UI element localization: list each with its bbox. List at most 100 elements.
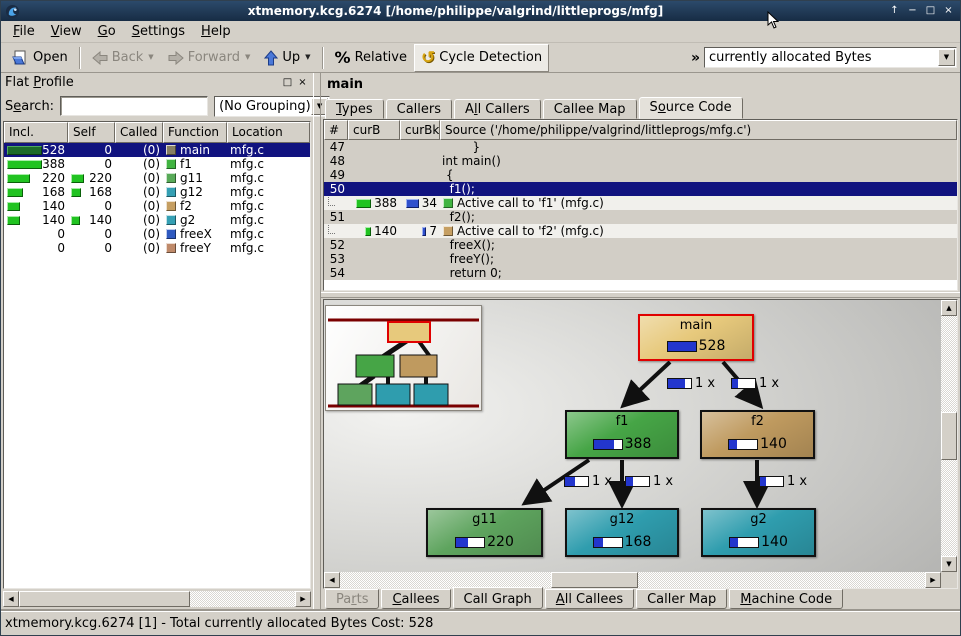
call-graph-view[interactable]: main 528 f1 388 f2 140 g11 220 bbox=[323, 299, 958, 589]
status-bar: xtmemory.kcg.6274 [1] - Total currently … bbox=[1, 611, 960, 635]
tab-source-code[interactable]: Source Code bbox=[639, 97, 743, 119]
source-call-line[interactable]: 140 7 Active call to 'f2' (mfg.c) bbox=[324, 224, 957, 238]
cost-bar bbox=[7, 202, 20, 211]
up-dropdown-icon[interactable]: ▼ bbox=[305, 54, 310, 61]
menu-file[interactable]: File bbox=[5, 22, 43, 41]
col-location[interactable]: Location bbox=[227, 122, 310, 143]
table-row-g11[interactable]: 220 220 (0) g11 mfg.c bbox=[4, 171, 310, 185]
scroll-down-icon[interactable]: ▼ bbox=[941, 556, 957, 572]
col-source[interactable]: Source ('/home/philippe/valgrind/littlep… bbox=[440, 120, 957, 140]
source-line[interactable]: 52 freeX(); bbox=[324, 238, 957, 252]
source-line[interactable]: 54 return 0; bbox=[324, 266, 957, 280]
detail-panel: main Types Callers All Callers Callee Ma… bbox=[321, 73, 960, 611]
menu-settings[interactable]: Settings bbox=[124, 22, 193, 41]
tab-all-callers[interactable]: All Callers bbox=[454, 99, 541, 119]
close-button[interactable]: × bbox=[941, 4, 956, 18]
col-curb[interactable]: curB bbox=[348, 120, 400, 140]
menu-help[interactable]: Help bbox=[193, 22, 239, 41]
graph-node-f1[interactable]: f1 388 bbox=[565, 410, 679, 459]
cycle-detection-button[interactable]: ↺ Cycle Detection bbox=[414, 44, 549, 72]
scroll-right-icon[interactable]: ▶ bbox=[295, 591, 311, 607]
scroll-up-icon[interactable]: ▲ bbox=[941, 300, 957, 316]
col-function[interactable]: Function bbox=[163, 122, 227, 143]
col-line[interactable]: # bbox=[324, 120, 348, 140]
menu-go[interactable]: Go bbox=[90, 22, 124, 41]
source-line-selected[interactable]: 50 f1(); bbox=[324, 182, 957, 196]
tab-callers[interactable]: Callers bbox=[386, 99, 452, 119]
source-line[interactable]: 48 int main() bbox=[324, 154, 957, 168]
graph-canvas[interactable]: main 528 f1 388 f2 140 g11 220 bbox=[324, 300, 941, 572]
function-color-icon bbox=[166, 159, 176, 169]
table-row-main[interactable]: 528 0 (0) main mfg.c bbox=[4, 143, 310, 157]
dock-float-icon[interactable]: □ bbox=[281, 76, 294, 89]
col-self[interactable]: Self bbox=[68, 122, 115, 143]
scrollbar-thumb[interactable] bbox=[941, 412, 957, 460]
left-horizontal-scrollbar[interactable]: ◀ ▶ bbox=[3, 591, 311, 607]
node-cost: 388 bbox=[625, 436, 652, 452]
table-row-f1[interactable]: 388 0 (0) f1 mfg.c bbox=[4, 157, 310, 171]
source-call-line[interactable]: 388 34 Active call to 'f1' (mfg.c) bbox=[324, 196, 957, 210]
tab-machine-code[interactable]: Machine Code bbox=[729, 589, 843, 609]
tab-parts[interactable]: Parts bbox=[325, 589, 379, 609]
tab-call-graph[interactable]: Call Graph bbox=[453, 587, 543, 609]
tab-callee-map[interactable]: Callee Map bbox=[543, 99, 637, 119]
source-line[interactable]: 47 } bbox=[324, 140, 957, 154]
menu-view[interactable]: View bbox=[43, 22, 90, 41]
graph-vertical-scrollbar[interactable]: ▲ ▼ bbox=[941, 300, 957, 572]
graph-node-g2[interactable]: g2 140 bbox=[701, 508, 816, 557]
pane-splitter[interactable] bbox=[321, 292, 960, 298]
cost-bar bbox=[406, 199, 419, 208]
cost-bar bbox=[422, 227, 426, 236]
scrollbar-thumb[interactable] bbox=[19, 591, 190, 607]
minimize-button[interactable]: − bbox=[905, 4, 920, 18]
function-color-icon bbox=[166, 243, 176, 253]
source-line[interactable]: 49 { bbox=[324, 168, 957, 182]
tab-all-callees[interactable]: All Callees bbox=[545, 589, 634, 609]
toolbar-overflow-icon[interactable]: » bbox=[691, 50, 700, 66]
scroll-left-icon[interactable]: ◀ bbox=[324, 572, 340, 588]
event-type-select[interactable]: currently allocated Bytes ▼ bbox=[704, 47, 957, 68]
scroll-left-icon[interactable]: ◀ bbox=[3, 591, 19, 607]
forward-button[interactable]: Forward ▼ bbox=[161, 46, 258, 69]
table-row-f2[interactable]: 140 0 (0) f2 mfg.c bbox=[4, 199, 310, 213]
function-color-icon bbox=[166, 145, 176, 155]
dock-header[interactable]: Flat Profile □ × bbox=[3, 73, 311, 92]
panel-splitter[interactable] bbox=[313, 73, 321, 611]
combo-dropdown-icon[interactable]: ▼ bbox=[938, 49, 955, 66]
table-row-g2[interactable]: 140 140 (0) g2 mfg.c bbox=[4, 213, 310, 227]
graph-node-f2[interactable]: f2 140 bbox=[700, 410, 815, 459]
back-button[interactable]: Back ▼ bbox=[85, 46, 161, 69]
relative-button[interactable]: % Relative bbox=[328, 44, 414, 71]
table-row-freeY[interactable]: 0 0 (0) freeY mfg.c bbox=[4, 241, 310, 255]
tab-types[interactable]: Types bbox=[325, 99, 384, 119]
open-button[interactable]: Open bbox=[5, 46, 75, 70]
search-input[interactable] bbox=[60, 96, 208, 116]
back-dropdown-icon[interactable]: ▼ bbox=[148, 54, 153, 61]
graph-horizontal-scrollbar[interactable]: ◀ ▶ bbox=[324, 572, 941, 588]
maximize-button[interactable]: □ bbox=[923, 4, 938, 18]
source-line[interactable]: 51 f2(); bbox=[324, 210, 957, 224]
col-curbk[interactable]: curBk bbox=[400, 120, 440, 140]
graph-overview-map[interactable] bbox=[325, 305, 482, 411]
scrollbar-thumb[interactable] bbox=[551, 572, 639, 588]
tab-caller-map[interactable]: Caller Map bbox=[636, 589, 727, 609]
shade-button[interactable]: ↑ bbox=[887, 4, 902, 18]
up-button[interactable]: Up ▼ bbox=[257, 46, 317, 70]
scroll-right-icon[interactable]: ▶ bbox=[925, 572, 941, 588]
title-bar[interactable]: xtmemory.kcg.6274 [/home/philippe/valgri… bbox=[1, 1, 960, 21]
col-incl[interactable]: Incl. bbox=[4, 122, 68, 143]
graph-node-g11[interactable]: g11 220 bbox=[426, 508, 543, 557]
node-cost: 168 bbox=[625, 534, 652, 550]
node-label: g2 bbox=[750, 512, 767, 527]
col-called[interactable]: Called bbox=[115, 122, 163, 143]
node-label: g12 bbox=[610, 512, 635, 527]
graph-node-main[interactable]: main 528 bbox=[638, 314, 754, 361]
tab-callees[interactable]: Callees bbox=[381, 589, 450, 609]
dock-close-icon[interactable]: × bbox=[296, 76, 309, 89]
forward-dropdown-icon[interactable]: ▼ bbox=[245, 54, 250, 61]
node-cost: 140 bbox=[760, 436, 787, 452]
table-row-freeX[interactable]: 0 0 (0) freeX mfg.c bbox=[4, 227, 310, 241]
graph-node-g12[interactable]: g12 168 bbox=[565, 508, 679, 557]
source-line[interactable]: 53 freeY(); bbox=[324, 252, 957, 266]
table-row-g12[interactable]: 168 168 (0) g12 mfg.c bbox=[4, 185, 310, 199]
